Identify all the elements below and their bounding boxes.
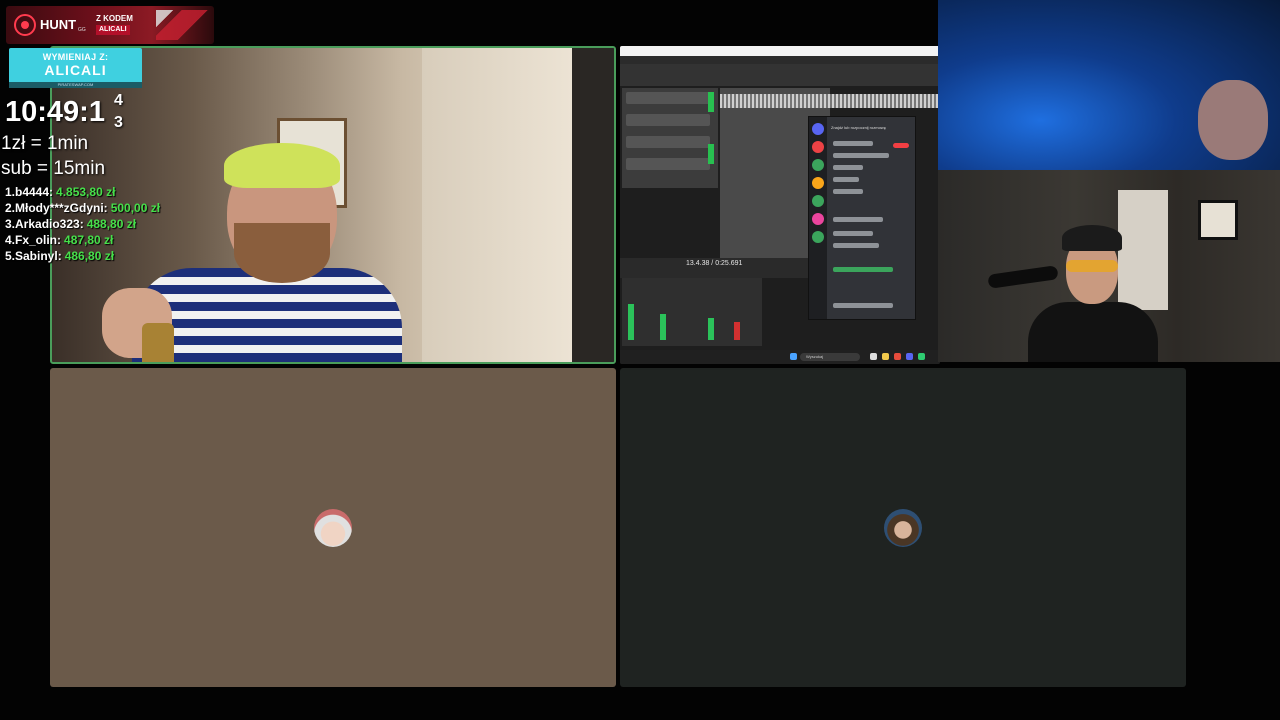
leaderboard-amount: 488,80 zł bbox=[86, 217, 137, 231]
daw-toolbar bbox=[620, 64, 940, 86]
discord-row bbox=[833, 217, 883, 222]
streamer-body bbox=[1028, 302, 1158, 362]
wall-frame bbox=[1198, 200, 1238, 240]
taskbar-app-icon bbox=[870, 353, 877, 360]
discord-search-title: Znajdź lub rozpocznij rozmowę bbox=[831, 125, 886, 130]
subathon-timer: 10:49:1 bbox=[5, 96, 105, 128]
donation-leaderboard: 1.b4444: 4.853,80 zł 2.Młody***zGdyni: 500… bbox=[5, 185, 160, 265]
person-hair bbox=[224, 143, 340, 188]
participant-avatar bbox=[314, 509, 352, 547]
taskbar-search: Wyszukaj bbox=[800, 353, 860, 361]
server-icon bbox=[812, 141, 824, 153]
daw-track-list bbox=[622, 88, 718, 188]
server-icon bbox=[812, 159, 824, 171]
daw-track bbox=[626, 92, 710, 104]
brand-name: HUNT bbox=[40, 17, 77, 32]
video-tile-screenshare[interactable]: 13.4.38 / 0:25.691 Znajdź lub rozpocznij… bbox=[620, 46, 940, 364]
leaderboard-row: 4.Fx_olin: 487,80 zł bbox=[5, 233, 160, 249]
leaderboard-amount: 500,00 zł bbox=[110, 201, 161, 215]
leaderboard-row: 5.Sabinyl: 486,80 zł bbox=[5, 249, 160, 265]
mixer-meter bbox=[708, 318, 714, 340]
taskbar-app-icon bbox=[894, 353, 901, 360]
audio-waveform bbox=[720, 94, 938, 108]
notification-badge bbox=[893, 143, 909, 148]
bottle-object bbox=[142, 323, 174, 362]
daw-mixer bbox=[622, 278, 762, 346]
discord-popup: Znajdź lub rozpocznij rozmowę bbox=[808, 116, 916, 320]
promo-code-label: Z KODEM bbox=[96, 14, 133, 23]
daw-track bbox=[626, 114, 710, 126]
participant-avatar bbox=[884, 509, 922, 547]
taskbar-app-icon bbox=[918, 353, 925, 360]
leaderboard-amount: 4.853,80 zł bbox=[56, 185, 116, 199]
mixer-meter bbox=[660, 314, 666, 340]
streamer-webcam bbox=[938, 0, 1280, 362]
timer-rolling-digit-bottom: 3 bbox=[114, 114, 123, 131]
discord-row bbox=[833, 141, 873, 146]
leaderboard-row: 2.Młody***zGdyni: 500,00 zł bbox=[5, 201, 160, 217]
daw-time-display: 13.4.38 / 0:25.691 bbox=[686, 260, 743, 267]
brand-superscript: GG bbox=[78, 27, 86, 33]
donation-rate: 1zł = 1min bbox=[1, 133, 89, 154]
promo-code-value: ALICALI bbox=[96, 25, 130, 35]
leaderboard-amount: 487,80 zł bbox=[64, 233, 114, 247]
server-icon bbox=[812, 177, 824, 189]
server-icon bbox=[812, 195, 824, 207]
daw-track bbox=[626, 136, 710, 148]
mixer-meter bbox=[628, 304, 634, 340]
level-meter bbox=[708, 92, 714, 112]
daw-menubar bbox=[620, 56, 940, 64]
leaderboard-row: 3.Arkadio323: 488,80 zł bbox=[5, 217, 160, 233]
discord-row bbox=[833, 231, 873, 236]
level-meter bbox=[708, 144, 714, 164]
swap-promo-code: ALICALI bbox=[44, 62, 107, 78]
leaderboard-name: 2.Młody***zGdyni: bbox=[5, 201, 108, 215]
video-tile-participant-b[interactable] bbox=[620, 368, 1186, 687]
mixer-meter bbox=[734, 322, 740, 340]
windows-taskbar: Wyszukaj bbox=[620, 350, 940, 364]
leaderboard-amount: 486,80 zł bbox=[64, 249, 115, 263]
streamer-hat bbox=[1062, 225, 1122, 251]
sponsor-banner: HUNT GG Z KODEM ALICALI bbox=[6, 6, 214, 44]
discord-user-panel bbox=[833, 303, 893, 308]
discord-row bbox=[833, 165, 863, 170]
daw-track bbox=[626, 158, 710, 170]
taskbar-app-icon bbox=[882, 353, 889, 360]
window-titlebar bbox=[620, 46, 940, 56]
room-cabinet bbox=[422, 48, 572, 362]
webcam-top-feed bbox=[938, 0, 1280, 172]
leaderboard-name: 3.Arkadio323: bbox=[5, 217, 84, 231]
room-shelf bbox=[1118, 190, 1168, 310]
room-doorway bbox=[572, 48, 614, 362]
discord-server-rail bbox=[809, 117, 827, 319]
video-tile-participant-a[interactable] bbox=[50, 368, 616, 687]
server-icon bbox=[812, 123, 824, 135]
leaderboard-name: 4.Fx_olin: bbox=[5, 233, 62, 247]
hunt-logo-icon bbox=[14, 14, 36, 36]
server-icon bbox=[812, 231, 824, 243]
knife-icon bbox=[156, 10, 212, 40]
discord-row bbox=[833, 153, 889, 158]
server-icon bbox=[812, 213, 824, 225]
swap-promo-footer: PIRATESWAP.COM bbox=[9, 82, 142, 88]
microphone-arm bbox=[987, 265, 1059, 289]
discord-row bbox=[833, 243, 879, 248]
person-beard bbox=[234, 223, 330, 283]
timer-rolling-digit-top: 4 bbox=[114, 92, 123, 109]
taskbar-app-icon bbox=[906, 353, 913, 360]
swap-promo-label: WYMIENIAJ Z: bbox=[42, 52, 109, 62]
webcam-bottom-feed bbox=[938, 170, 1280, 362]
streamer-glasses bbox=[1066, 260, 1118, 272]
windows-start-icon bbox=[790, 353, 797, 360]
leaderboard-name: 5.Sabinyl: bbox=[5, 249, 62, 263]
sub-rate: sub = 15min bbox=[1, 158, 106, 179]
voice-connected-bar bbox=[833, 267, 893, 272]
webcam-top-face bbox=[1198, 80, 1268, 160]
discord-row bbox=[833, 189, 863, 194]
leaderboard-row: 1.b4444: 4.853,80 zł bbox=[5, 185, 160, 201]
leaderboard-name: 1.b4444: bbox=[5, 185, 54, 199]
discord-row bbox=[833, 177, 859, 182]
swap-promo-box: WYMIENIAJ Z: ALICALI PIRATESWAP.COM bbox=[9, 48, 142, 88]
